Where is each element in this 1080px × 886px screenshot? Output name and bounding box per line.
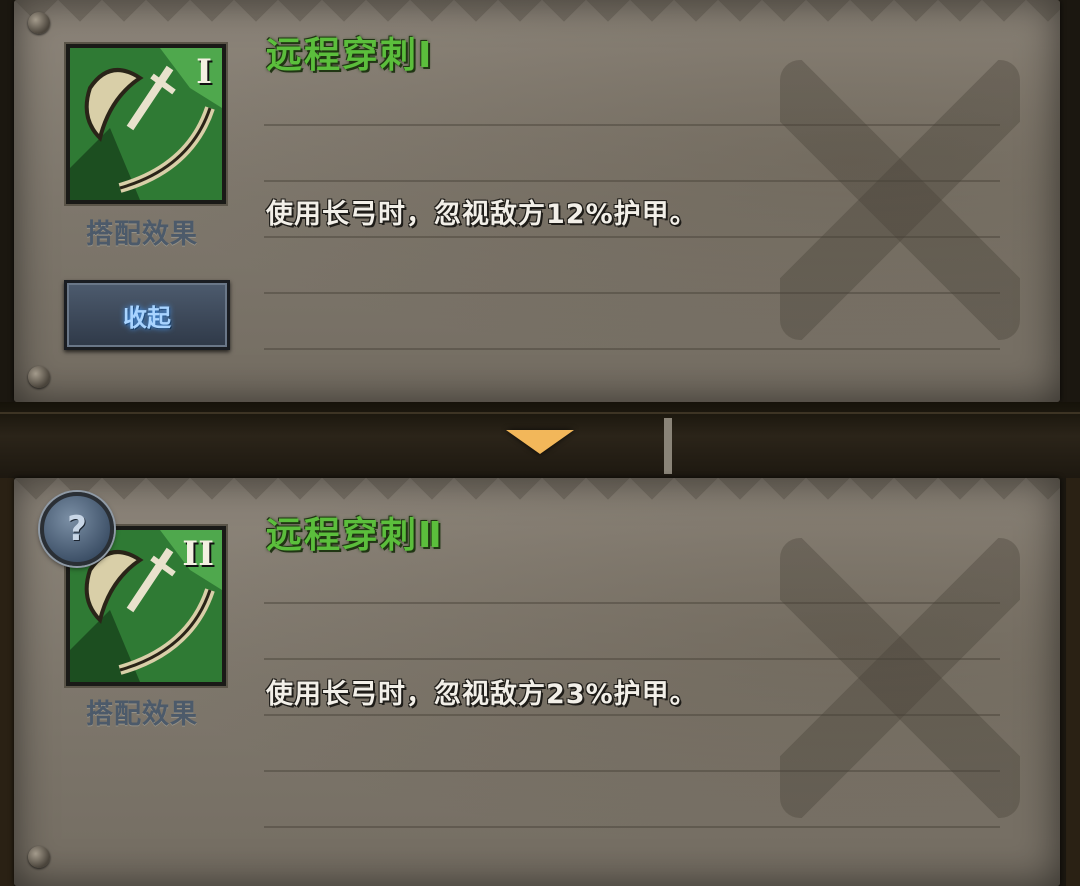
combo-effect-label: 搭配效果 (86, 219, 198, 250)
combo-effect-label: 搭配效果 (86, 699, 198, 730)
zigzag-border (14, 0, 1060, 44)
emblem-watermark (780, 60, 1020, 340)
skill-description: 使用长弓时，忽视敌方12%护甲。 (266, 199, 698, 230)
divider-tick (664, 418, 672, 474)
rank-numeral: I (196, 52, 212, 92)
zigzag-border (14, 478, 1060, 522)
rivet-icon (28, 846, 50, 868)
right-edge (1066, 478, 1080, 886)
rivet-icon (28, 366, 50, 388)
skill-description: 使用长弓时，忽视敌方23%护甲。 (266, 679, 698, 710)
skill-icon-1: I (66, 44, 226, 204)
rank-numeral: II (182, 534, 214, 574)
skill-title: 远程穿刺Ⅱ (266, 515, 444, 556)
left-edge (0, 478, 14, 886)
skill-title: 远程穿刺Ⅰ (266, 35, 434, 76)
triangle-down-icon[interactable] (506, 430, 574, 454)
divider-line (0, 412, 1080, 414)
collapse-button[interactable]: 收起 (64, 280, 230, 350)
emblem-watermark (780, 538, 1020, 818)
rivet-icon (28, 12, 50, 34)
question-mark-icon[interactable]: ? (40, 492, 114, 566)
